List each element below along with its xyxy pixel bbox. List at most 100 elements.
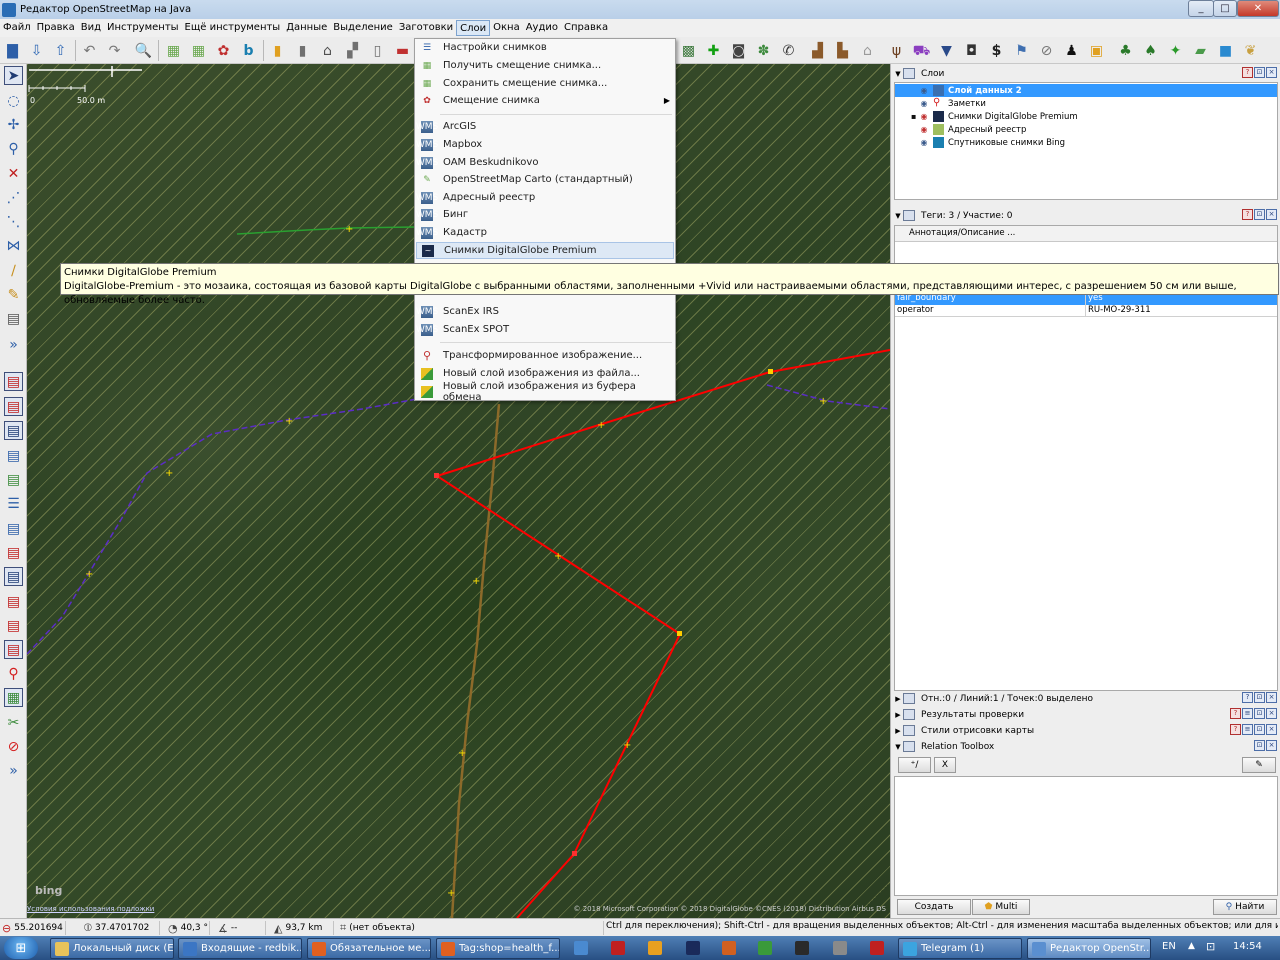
imagery-offset-icon[interactable]: ▦ [189,41,208,60]
menu-item-scanex-spot[interactable]: WMS ScanEx SPOT [416,321,674,338]
menu-more-tools[interactable]: Ещё инструменты [182,20,284,36]
expand-triangle-icon[interactable]: ▶ [893,711,903,719]
open-file-icon[interactable]: ▇ [3,41,22,60]
menu-tools[interactable]: Инструменты [104,20,182,36]
panel-close-icon[interactable]: × [1266,724,1277,735]
collapse-triangle-icon[interactable]: ▼ [893,212,903,220]
toggle-relation-icon[interactable]: ▤ [4,640,23,659]
layer-visibility-icon[interactable]: ◉ [919,99,929,108]
layer-row[interactable]: ◉ Снимки DigitalGlobe Premium [895,110,1277,123]
upload-icon[interactable]: ⇧ [51,41,70,60]
language-indicator[interactable]: EN [1162,941,1176,952]
expand-triangle-icon[interactable]: ▶ [893,695,903,703]
edit-relation-button[interactable]: ✎ [1242,757,1276,773]
clothes-icon[interactable]: ▼ [937,41,956,60]
collapse-triangle-icon[interactable]: ▼ [893,743,903,751]
panel-help-icon[interactable]: ? [1242,209,1253,220]
bag-icon[interactable]: ◘ [962,41,981,60]
minimize-button[interactable]: _ [1188,0,1214,17]
taskbar-item[interactable]: Входящие - redbik... [178,938,302,959]
toggle-layers-icon[interactable]: ▤ [4,372,23,391]
redo-icon[interactable]: ↷ [105,41,124,60]
menu-item-image-from-clipboard[interactable]: Новый слой изображения из буфера обмена [416,381,674,403]
panel-help-icon[interactable]: ? [1230,724,1241,735]
pencil-icon[interactable]: ✎ [4,285,23,304]
remove-member-button[interactable]: X [934,757,956,773]
more-dialogs-icon[interactable]: » [4,761,23,780]
selection-panel-title[interactable]: ▶ Отн.:0 / Линий:1 / Точек:0 выделено ? … [893,691,1279,706]
toggle-changeset-icon[interactable]: ▤ [4,470,23,489]
menu-item-get-offset[interactable]: ▦ Получить смещение снимка... [416,57,674,74]
shopping-cart-icon[interactable]: ⛟ [912,41,931,60]
download-icon[interactable]: ⇩ [27,41,46,60]
layer-visibility-icon[interactable]: ◉ [919,125,929,134]
validation-panel-title[interactable]: ▶ Результаты проверки ? ≡ ⊡ × [893,707,1279,722]
toggle-validation-icon[interactable]: ▤ [4,567,23,586]
taskbar-item[interactable]: Обязательное ме... [307,938,431,959]
forest-icon[interactable]: ♣ [1116,41,1135,60]
toggle-filter-icon[interactable]: ☰ [4,494,23,513]
grass-icon[interactable]: ✦ [1166,41,1185,60]
filezilla-icon[interactable] [611,941,625,955]
map-layer-icon[interactable]: ▩ [679,41,698,60]
delete-tool-icon[interactable]: ✕ [4,164,23,183]
close-button[interactable]: ✕ [1237,0,1279,17]
panel-close-icon[interactable]: × [1266,67,1277,78]
panel-close-icon[interactable]: × [1266,740,1277,751]
select-tool-icon[interactable]: ➤ [4,66,23,85]
toggle-styles-icon[interactable]: ▤ [4,616,23,635]
layers-panel-title[interactable]: ▼ Слои ? ⊡ × [893,66,1279,81]
menu-item-save-offset[interactable]: ▦ Сохранить смещение снимка... [416,75,674,92]
improve-way-icon[interactable]: ⋱ [4,212,23,231]
farmland-icon[interactable]: ❦ [1241,41,1260,60]
panel-detach-icon[interactable]: ⊡ [1254,67,1265,78]
menu-item-address-registry[interactable]: WMS Адресный реестр [416,189,674,206]
add-plus-icon[interactable]: ✚ [704,41,723,60]
taskbar-item[interactable]: Tag:shop=health_f... [436,938,560,959]
menu-item-imagery-offset[interactable]: ✿ Смещение снимка ▶ [416,92,674,109]
zoom-tool-icon[interactable]: ⚲ [4,139,23,158]
toggle-geotagged-icon[interactable]: ✂ [4,713,23,732]
menu-windows[interactable]: Окна [490,20,523,36]
imagery-icon[interactable]: ▦ [164,41,183,60]
find-button[interactable]: ⚲ Найти [1213,899,1277,915]
panel-detach-icon[interactable]: ⊡ [1254,740,1265,751]
info-signs-icon[interactable]: ⚑ [1012,41,1031,60]
more-tools-icon[interactable]: » [4,335,23,354]
menu-data[interactable]: Данные [283,20,330,36]
menu-help[interactable]: Справка [561,20,611,36]
menu-item-osm-carto[interactable]: ✎ OpenStreetMap Carto (стандартный) [416,171,674,188]
factory-icon[interactable]: ▙ [833,41,852,60]
menu-selection[interactable]: Выделение [330,20,396,36]
shop-icon[interactable]: ▣ [1087,41,1106,60]
fence-icon[interactable]: ▟ [808,41,827,60]
panel-detach-icon[interactable]: ⊡ [1254,209,1265,220]
toggle-user-icon[interactable]: ▤ [4,446,23,465]
entrance-icon[interactable]: ▞ [343,41,362,60]
panel-settings-icon[interactable]: ≡ [1242,708,1253,719]
layer-visibility-icon[interactable]: ◉ [919,112,929,121]
menu-item-cadastre[interactable]: WMS Кадастр [416,224,674,241]
menu-item-arcgis[interactable]: WMS ArcGIS [416,118,674,135]
bing-icon[interactable]: b [239,41,258,60]
undo-icon[interactable]: ↶ [80,41,99,60]
draw-tool-icon[interactable]: ✢ [4,115,23,134]
toggle-conflict-icon[interactable]: ▤ [4,543,23,562]
taskbar-item-active[interactable]: Редактор OpenStr... [1027,938,1151,959]
maximize-button[interactable]: □ [1213,0,1237,17]
toggle-notes-icon[interactable]: ⚲ [4,664,23,683]
toggle-properties-icon[interactable]: ▤ [4,397,23,416]
multi-button[interactable]: ⬟ Multi [972,899,1030,915]
toggle-minimap-icon[interactable]: ⊘ [4,737,23,756]
layer-row[interactable]: ◉ Адресный реестр [895,123,1277,136]
restaurant-icon[interactable]: ψ [887,41,906,60]
toggle-imagery-icon[interactable]: ▦ [4,688,23,707]
person-icon[interactable]: ♟ [1062,41,1081,60]
house-icon[interactable]: ⌂ [858,41,877,60]
dollar-icon[interactable]: $ [987,41,1006,60]
meadow-icon[interactable]: ▰ [1191,41,1210,60]
tags-panel-title[interactable]: ▼ Теги: 3 / Участие: 0 ? ⊡ × [893,208,1279,223]
create-button[interactable]: Создать [897,899,971,915]
building-tool-icon[interactable]: ▤ [4,309,23,328]
menu-item-transformed-image[interactable]: ⚲ Трансформированное изображение... [416,347,674,364]
